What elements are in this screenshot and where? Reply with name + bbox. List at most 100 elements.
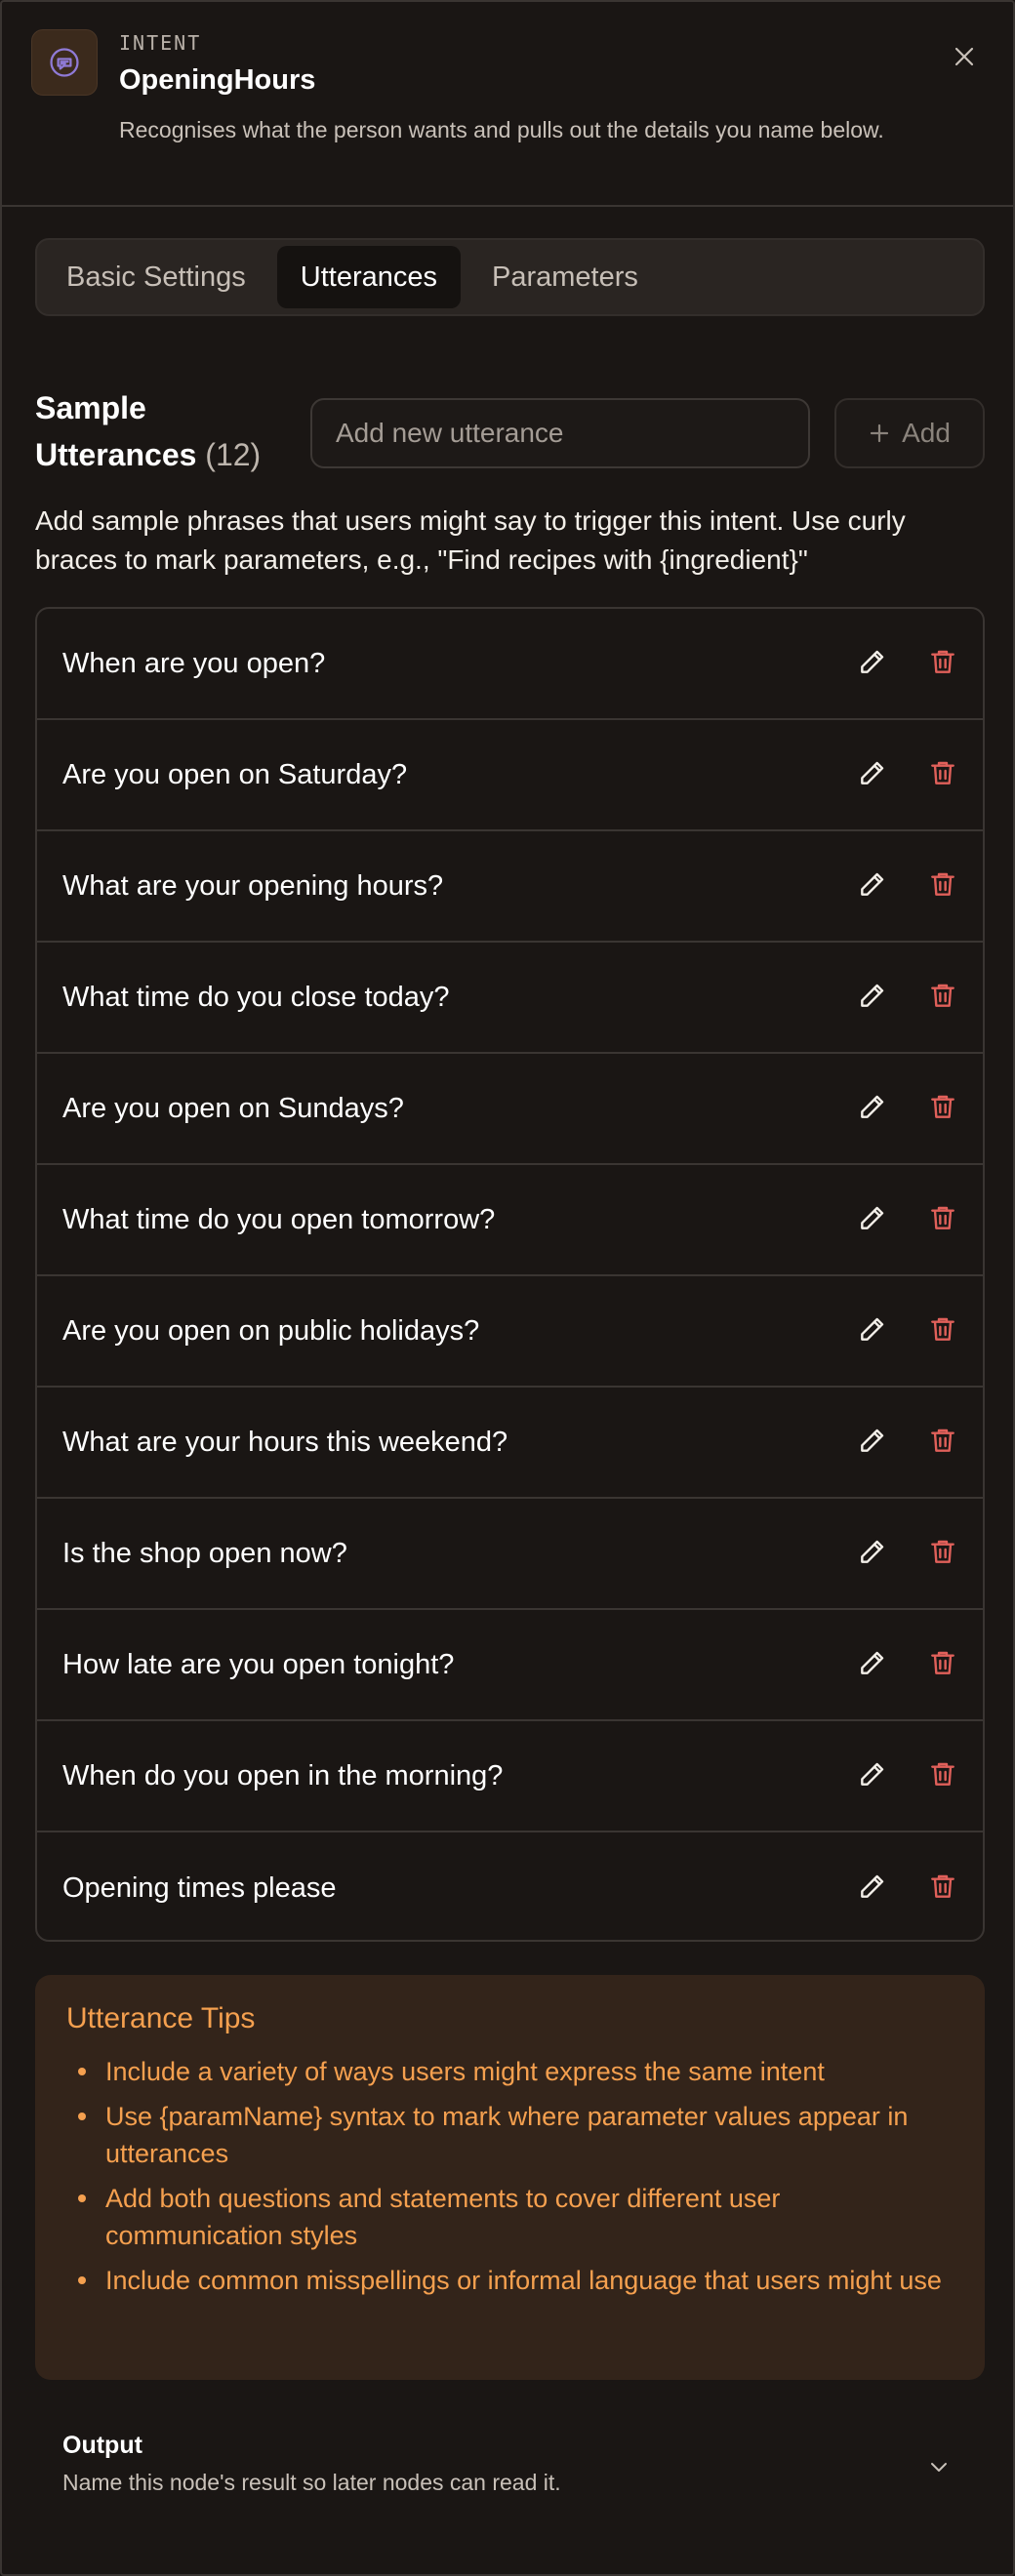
delete-utterance-button[interactable]	[926, 981, 959, 1014]
utterance-text: What are your hours this weekend?	[62, 1426, 508, 1458]
close-icon	[954, 47, 974, 66]
node-title[interactable]: OpeningHours	[119, 64, 315, 97]
edit-utterance-button[interactable]	[856, 1426, 889, 1459]
utterance-actions	[856, 1314, 959, 1348]
utterance-tips: Utterance Tips Include a variety of ways…	[35, 1975, 985, 2380]
tip-item: Include common misspellings or informal …	[74, 2262, 954, 2299]
pencil-icon	[857, 1758, 888, 1794]
trash-icon	[927, 1425, 958, 1461]
node-description: Recognises what the person wants and pul…	[119, 117, 884, 142]
delete-utterance-button[interactable]	[926, 647, 959, 680]
edit-utterance-button[interactable]	[856, 1759, 889, 1792]
chat-bubble-icon	[31, 29, 98, 96]
sample-utterances-heading: Sample Utterances (12)	[35, 384, 299, 478]
edit-utterance-button[interactable]	[856, 1092, 889, 1125]
pencil-icon	[857, 1091, 888, 1127]
edit-utterance-button[interactable]	[856, 1537, 889, 1570]
trash-icon	[927, 868, 958, 905]
pencil-icon	[857, 868, 888, 905]
delete-utterance-button[interactable]	[926, 1759, 959, 1792]
utterance-text: Are you open on Saturday?	[62, 758, 408, 790]
tip-item: Use {paramName} syntax to mark where par…	[74, 2098, 954, 2172]
tab-utterances[interactable]: Utterances	[276, 246, 461, 308]
delete-utterance-button[interactable]	[926, 1648, 959, 1681]
sample-utterances-title: Sample Utterances	[35, 390, 197, 472]
utterance-actions	[856, 1426, 959, 1459]
utterance-text: Are you open on public holidays?	[62, 1314, 480, 1347]
utterance-actions	[856, 647, 959, 680]
delete-utterance-button[interactable]	[926, 869, 959, 903]
utterance-row: When are you open?	[37, 609, 983, 720]
edit-utterance-button[interactable]	[856, 647, 889, 680]
utterance-text: When do you open in the morning?	[62, 1759, 504, 1791]
node-type-label: INTENT	[119, 31, 202, 55]
utterance-row: How late are you open tonight?	[37, 1610, 983, 1721]
delete-utterance-button[interactable]	[926, 1537, 959, 1570]
edit-utterance-button[interactable]	[856, 758, 889, 791]
pencil-icon	[857, 1647, 888, 1683]
plus-icon	[870, 423, 889, 443]
delete-utterance-button[interactable]	[926, 1092, 959, 1125]
utterance-actions	[856, 981, 959, 1014]
pencil-icon	[857, 1202, 888, 1238]
add-utterance-button[interactable]: Add	[834, 398, 985, 468]
utterance-help-text: Add sample phrases that users might say …	[35, 505, 906, 575]
utterance-actions	[856, 1537, 959, 1570]
new-utterance-input[interactable]	[310, 398, 810, 468]
utterance-count: (12)	[205, 437, 262, 472]
utterance-row: Are you open on public holidays?	[37, 1276, 983, 1388]
utterance-text: When are you open?	[62, 647, 326, 679]
utterance-text: What are your opening hours?	[62, 869, 444, 902]
utterance-row: Are you open on Saturday?	[37, 720, 983, 831]
delete-utterance-button[interactable]	[926, 1872, 959, 1905]
utterance-text: Is the shop open now?	[62, 1537, 347, 1569]
trash-icon	[927, 1758, 958, 1794]
pencil-icon	[857, 646, 888, 682]
tips-list: Include a variety of ways users might ex…	[66, 2053, 954, 2299]
tab-basic-settings[interactable]: Basic Settings	[43, 246, 269, 308]
pencil-icon	[857, 980, 888, 1016]
utterance-actions	[856, 1092, 959, 1125]
pencil-icon	[857, 1425, 888, 1461]
tab-bar: Basic Settings Utterances Parameters	[35, 238, 985, 316]
utterance-row: What are your hours this weekend?	[37, 1388, 983, 1499]
pencil-icon	[857, 1871, 888, 1907]
trash-icon	[927, 1871, 958, 1907]
utterance-row: What time do you close today?	[37, 943, 983, 1054]
utterance-row: What are your opening hours?	[37, 831, 983, 943]
trash-icon	[927, 980, 958, 1016]
edit-utterance-button[interactable]	[856, 869, 889, 903]
pencil-icon	[857, 1313, 888, 1349]
trash-icon	[927, 757, 958, 793]
utterance-text: How late are you open tonight?	[62, 1648, 455, 1680]
close-button[interactable]	[945, 37, 984, 76]
utterance-text: Are you open on Sundays?	[62, 1092, 404, 1124]
intent-panel: INTENT OpeningHours Recognises what the …	[0, 0, 1015, 2576]
output-title: Output	[62, 2432, 142, 2459]
utterance-list: When are you open? Are you open on Saturd…	[35, 607, 985, 1942]
utterance-text: What time do you open tomorrow?	[62, 1203, 496, 1235]
edit-utterance-button[interactable]	[856, 1648, 889, 1681]
chevron-down-icon	[931, 2463, 947, 2472]
delete-utterance-button[interactable]	[926, 1426, 959, 1459]
edit-utterance-button[interactable]	[856, 981, 889, 1014]
utterance-actions	[856, 1759, 959, 1792]
edit-utterance-button[interactable]	[856, 1872, 889, 1905]
edit-utterance-button[interactable]	[856, 1203, 889, 1236]
utterance-actions	[856, 1872, 959, 1905]
tip-item: Include a variety of ways users might ex…	[74, 2053, 954, 2090]
utterance-actions	[856, 869, 959, 903]
delete-utterance-button[interactable]	[926, 1314, 959, 1348]
edit-utterance-button[interactable]	[856, 1314, 889, 1348]
trash-icon	[927, 1536, 958, 1572]
trash-icon	[927, 1647, 958, 1683]
utterance-row: When do you open in the morning?	[37, 1721, 983, 1832]
delete-utterance-button[interactable]	[926, 1203, 959, 1236]
output-section-toggle[interactable]: Output Name this node's result so later …	[62, 2432, 960, 2510]
trash-icon	[927, 1313, 958, 1349]
utterance-text: Opening times please	[62, 1872, 337, 1904]
utterance-actions	[856, 758, 959, 791]
delete-utterance-button[interactable]	[926, 758, 959, 791]
tab-parameters[interactable]: Parameters	[468, 246, 662, 308]
panel-header: INTENT OpeningHours Recognises what the …	[2, 2, 1015, 207]
